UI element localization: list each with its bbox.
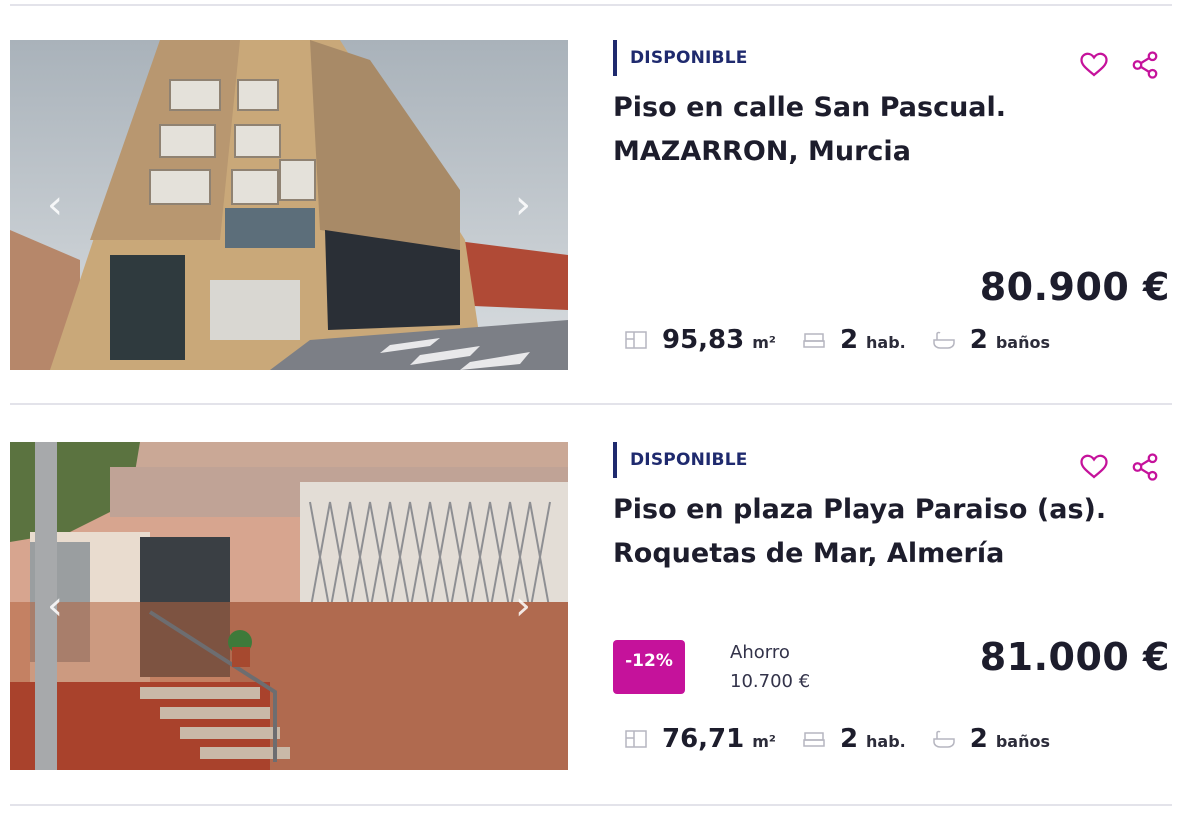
listing-location-line: Roquetas de Mar, Almería (613, 538, 1005, 569)
bathtub-icon (932, 728, 956, 750)
listing-photo[interactable]: ‹ › (10, 442, 568, 770)
bottom-divider (10, 804, 1172, 806)
rooms-feature: 2 hab. (802, 325, 906, 355)
listing-price: 81.000 € (979, 635, 1170, 679)
listing-title[interactable]: Piso en calle San Pascual. MAZARRON, Mur… (613, 86, 1153, 174)
bed-icon (802, 329, 826, 351)
listing-actions (1063, 452, 1160, 486)
listing-divider (10, 403, 1172, 405)
listing-card[interactable]: ‹ › DISPONIBLE Piso en calle San Pascual… (0, 40, 1200, 370)
floorplan-icon (624, 728, 648, 750)
top-divider (10, 4, 1172, 6)
share-icon[interactable] (1130, 452, 1160, 482)
photo-prev-arrow[interactable]: ‹ (40, 584, 70, 628)
rooms-unit: hab. (866, 732, 906, 751)
building-photo (10, 40, 568, 370)
listing-title-line: Piso en plaza Playa Paraiso (as). (613, 494, 1107, 525)
baths-unit: baños (995, 732, 1050, 751)
listing-location-line: MAZARRON, Murcia (613, 136, 911, 167)
building-photo (10, 442, 568, 770)
area-unit: m² (752, 732, 776, 751)
bathtub-icon (932, 329, 956, 351)
rooms-value: 2 (839, 724, 859, 754)
baths-feature: 2 baños (932, 325, 1050, 355)
savings-info: Ahorro 10.700 € (730, 638, 810, 696)
rooms-unit: hab. (866, 333, 906, 352)
baths-unit: baños (995, 333, 1050, 352)
listing-features: 76,71 m² 2 hab. 2 baños (624, 724, 1076, 754)
discount-badge: -12% (613, 640, 685, 694)
heart-icon[interactable] (1079, 452, 1109, 482)
baths-value: 2 (969, 325, 988, 355)
baths-feature: 2 baños (932, 724, 1050, 754)
heart-icon[interactable] (1079, 50, 1109, 80)
photo-next-arrow[interactable]: › (508, 183, 538, 227)
photo-next-arrow[interactable]: › (508, 584, 538, 628)
listing-photo[interactable]: ‹ › (10, 40, 568, 370)
area-value: 95,83 (662, 325, 745, 355)
area-value: 76,71 (662, 724, 745, 754)
listing-card[interactable]: ‹ › DISPONIBLE Piso en plaza Playa Parai… (0, 442, 1200, 772)
rooms-value: 2 (839, 325, 859, 355)
listing-features: 95,83 m² 2 hab. 2 baños (624, 325, 1076, 355)
listing-price: 80.900 € (979, 265, 1170, 309)
status-badge: DISPONIBLE (613, 40, 748, 76)
bed-icon (802, 728, 826, 750)
baths-value: 2 (969, 724, 988, 754)
photo-prev-arrow[interactable]: ‹ (40, 183, 70, 227)
share-icon[interactable] (1130, 50, 1160, 80)
listing-title[interactable]: Piso en plaza Playa Paraiso (as). Roquet… (613, 488, 1153, 576)
savings-label: Ahorro (730, 642, 790, 663)
area-unit: m² (752, 333, 776, 352)
listing-title-line: Piso en calle San Pascual. (613, 92, 1007, 123)
listing-actions (1063, 50, 1160, 84)
area-feature: 95,83 m² (624, 325, 776, 355)
floorplan-icon (624, 329, 648, 351)
rooms-feature: 2 hab. (802, 724, 906, 754)
status-badge: DISPONIBLE (613, 442, 748, 478)
area-feature: 76,71 m² (624, 724, 776, 754)
savings-value: 10.700 € (730, 671, 811, 692)
